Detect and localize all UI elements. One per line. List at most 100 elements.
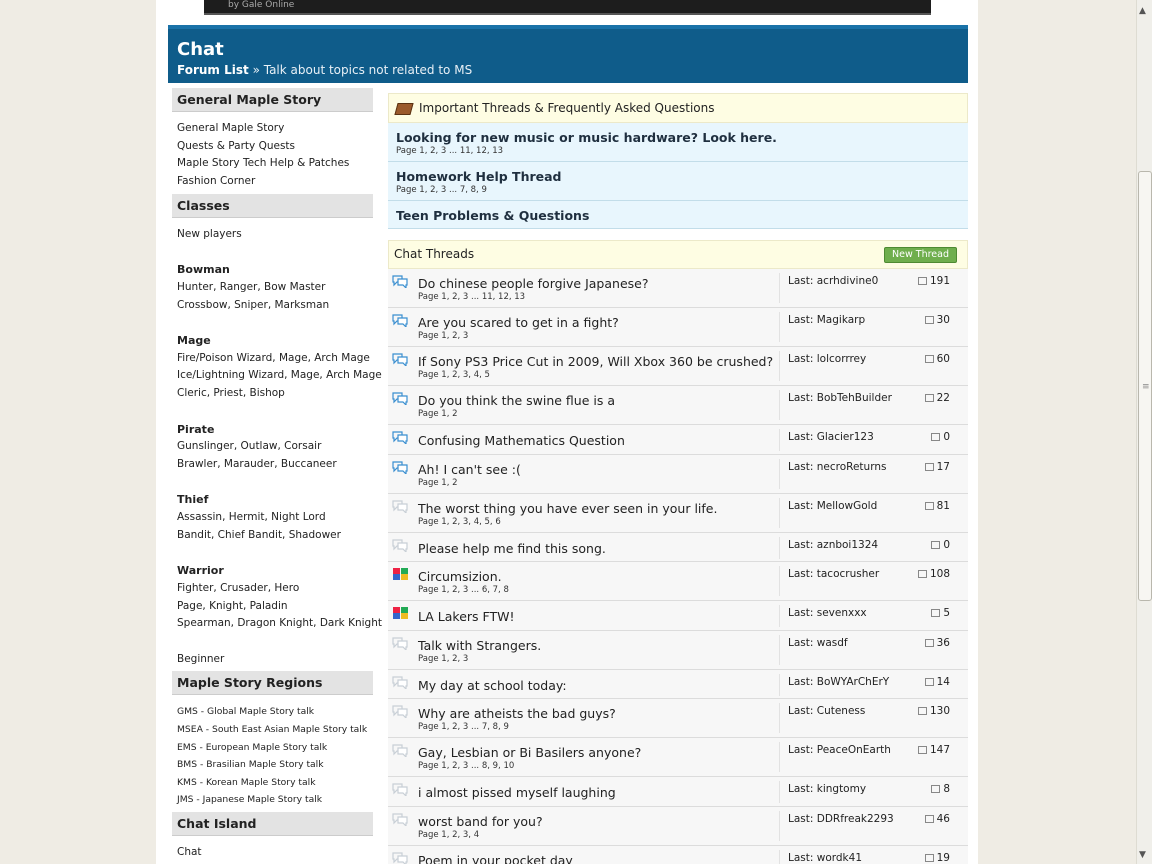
thread-pages[interactable]: Page 1, 2, 3 ... 8, 9, 10 [418, 761, 514, 771]
book-icon [394, 103, 414, 115]
sidebar-link[interactable]: Bandit, Chief Bandit, Shadower [177, 527, 368, 545]
important-thread-pages[interactable]: Page 1, 2, 3 ... 7, 8, 9 [396, 185, 960, 195]
sidebar-region-link[interactable]: MSEA - South East Asian Maple Story talk [177, 721, 368, 739]
replies-icon [924, 316, 934, 324]
thread-title-link[interactable]: LA Lakers FTW! [418, 609, 514, 624]
sidebar-link[interactable]: Spearman, Dragon Knight, Dark Knight [177, 615, 382, 633]
sidebar-region-link[interactable]: JMS - Japanese Maple Story talk [177, 791, 368, 809]
thread-title-link[interactable]: Circumsizion. [418, 569, 502, 584]
thread-bubble-icon [392, 460, 408, 475]
sidebar-link[interactable]: Crossbow, Sniper, Marksman [177, 297, 368, 315]
sidebar-link[interactable]: Page, Knight, Paladin [177, 598, 368, 616]
sidebar-link[interactable]: Brawler, Marauder, Buccaneer [177, 456, 368, 474]
scrollbar-thumb[interactable]: ≡ [1138, 171, 1152, 601]
thread-title-link[interactable]: Poem in your pocket day [418, 853, 573, 864]
important-threads-label: Important Threads & Frequently Asked Que… [419, 101, 715, 115]
sidebar-link[interactable]: Quests & Party Quests [177, 138, 368, 156]
sidebar-link[interactable]: General Maple Story [177, 120, 368, 138]
important-thread-pages[interactable]: Page 1, 2, 3 ... 11, 12, 13 [396, 146, 960, 156]
reply-count-value: 46 [936, 812, 950, 825]
thread-last-poster[interactable]: Last: sevenxxx [788, 607, 867, 619]
thread-pages[interactable]: Page 1, 2, 3 ... 6, 7, 8 [418, 585, 509, 595]
page-scrollbar[interactable]: ▲ ≡ ▼ [1136, 0, 1152, 864]
thread-pages[interactable]: Page 1, 2, 3 [418, 331, 468, 341]
reply-count-value: 22 [936, 392, 950, 404]
thread-title-link[interactable]: Please help me find this song. [418, 541, 606, 556]
thread-last-poster[interactable]: Last: aznboi1324 [788, 539, 878, 551]
thread-pages[interactable]: Page 1, 2, 3, 4 [418, 830, 479, 840]
sidebar-link[interactable]: Fighter, Crusader, Hero [177, 580, 368, 598]
thread-pages[interactable]: Page 1, 2 [418, 409, 458, 419]
thread-last-poster[interactable]: Last: necroReturns [788, 461, 886, 473]
thread-last-poster[interactable]: Last: lolcorrrey [788, 353, 866, 365]
thread-title-link[interactable]: My day at school today: [418, 678, 567, 693]
thread-pages[interactable]: Page 1, 2, 3 ... 7, 8, 9 [418, 722, 509, 732]
thread-title-link[interactable]: Why are atheists the bad guys? [418, 706, 616, 721]
reply-count-value: 108 [929, 568, 950, 580]
sidebar-region-link[interactable]: EMS - European Maple Story talk [177, 739, 368, 757]
sidebar-link[interactable]: Fire/Poison Wizard, Mage, Arch Mage [177, 350, 370, 368]
sidebar-link[interactable]: Assassin, Hermit, Night Lord [177, 509, 368, 527]
thread-last-poster[interactable]: Last: acrhdivine0 [788, 275, 878, 287]
sidebar-link[interactable]: Ice/Lightning Wizard, Mage, Arch Mage [177, 367, 382, 385]
sidebar-link[interactable]: New players [177, 226, 368, 244]
important-thread-title[interactable]: Homework Help Thread [396, 169, 960, 184]
new-thread-button[interactable]: New Thread [884, 247, 957, 263]
thread-title-link[interactable]: worst band for you? [418, 814, 543, 829]
breadcrumb-forum-list-link[interactable]: Forum List [177, 63, 249, 77]
sidebar-link[interactable]: Hunter, Ranger, Bow Master [177, 279, 368, 297]
thread-last-poster[interactable]: Last: DDRfreak2293 [788, 813, 894, 825]
thread-pages[interactable]: Page 1, 2, 3 [418, 654, 468, 664]
thread-pages[interactable]: Page 1, 2, 3, 4, 5, 6 [418, 517, 501, 527]
replies-icon [917, 570, 927, 578]
sidebar: General Maple Story General Maple Story Qu… [172, 88, 382, 864]
scroll-up-arrow-icon[interactable]: ▲ [1139, 6, 1146, 16]
thread-pages[interactable]: Page 1, 2, 3 ... 11, 12, 13 [418, 292, 525, 302]
thread-bubble-icon [392, 538, 408, 553]
sidebar-link[interactable]: Gunslinger, Outlaw, Corsair [177, 438, 368, 456]
thread-last-poster[interactable]: Last: BoWYArChErY [788, 676, 889, 688]
scroll-down-arrow-icon[interactable]: ▼ [1139, 850, 1146, 860]
thread-row: My day at school today: Last: BoWYArChErY… [388, 669, 968, 699]
sidebar-link[interactable]: Beginner [177, 651, 368, 669]
thread-pages[interactable]: Page 1, 2 [418, 478, 458, 488]
thread-last-poster[interactable]: Last: Cuteness [788, 705, 865, 717]
thread-title-link[interactable]: Do you think the swine flue is a [418, 393, 615, 408]
sidebar-region-link[interactable]: BMS - Brasilian Maple Story talk [177, 756, 368, 774]
sidebar-link[interactable]: Cleric, Priest, Bishop [177, 385, 368, 403]
thread-last-poster[interactable]: Last: wasdf [788, 637, 848, 649]
thread-last-poster[interactable]: Last: tacocrusher [788, 568, 879, 580]
breadcrumb: Forum List » Talk about topics not relat… [177, 63, 472, 77]
sidebar-link[interactable]: Fashion Corner [177, 173, 368, 191]
sidebar-region-link[interactable]: GMS - Global Maple Story talk [177, 703, 368, 721]
thread-last-poster[interactable]: Last: Magikarp [788, 314, 865, 326]
sidebar-section-heading: Classes [172, 193, 373, 218]
thread-last-poster[interactable]: Last: PeaceOnEarth [788, 744, 891, 756]
thread-last-poster[interactable]: Last: BobTehBuilder [788, 392, 892, 404]
thread-title-link[interactable]: Gay, Lesbian or Bi Basilers anyone? [418, 745, 641, 760]
sidebar-region-link[interactable]: KMS - Korean Maple Story talk [177, 774, 368, 792]
thread-bubble-icon [392, 744, 408, 759]
thread-pages[interactable]: Page 1, 2, 3, 4, 5 [418, 370, 490, 380]
thread-title-link[interactable]: Talk with Strangers. [418, 638, 541, 653]
poll-icon [392, 568, 408, 581]
page-container: by Gale Online Chat Forum List » Talk ab… [156, 0, 978, 864]
thread-last-poster[interactable]: Last: kingtomy [788, 783, 866, 795]
important-thread-title[interactable]: Teen Problems & Questions [396, 208, 960, 223]
thread-title-link[interactable]: Do chinese people forgive Japanese? [418, 276, 648, 291]
sidebar-section-list: General Maple Story Quests & Party Quests… [172, 112, 373, 194]
reply-count-value: 17 [936, 460, 950, 473]
thread-title-link[interactable]: i almost pissed myself laughing [418, 785, 616, 800]
thread-title-link[interactable]: If Sony PS3 Price Cut in 2009, Will Xbox… [418, 354, 773, 369]
thread-last-poster[interactable]: Last: MellowGold [788, 500, 877, 512]
sidebar-link[interactable]: Maple Story Tech Help & Patches [177, 155, 368, 173]
thread-last-poster[interactable]: Last: Glacier123 [788, 431, 874, 443]
thread-listing: Important Threads & Frequently Asked Que… [388, 93, 968, 864]
thread-title-link[interactable]: Ah! I can't see :( [418, 462, 521, 477]
thread-title-link[interactable]: Are you scared to get in a fight? [418, 315, 619, 330]
important-thread-title[interactable]: Looking for new music or music hardware?… [396, 130, 960, 145]
thread-title-link[interactable]: Confusing Mathematics Question [418, 433, 625, 448]
thread-last-poster[interactable]: Last: wordk41 [788, 852, 862, 864]
sidebar-link[interactable]: Chat [177, 844, 368, 862]
thread-title-link[interactable]: The worst thing you have ever seen in yo… [418, 501, 717, 516]
